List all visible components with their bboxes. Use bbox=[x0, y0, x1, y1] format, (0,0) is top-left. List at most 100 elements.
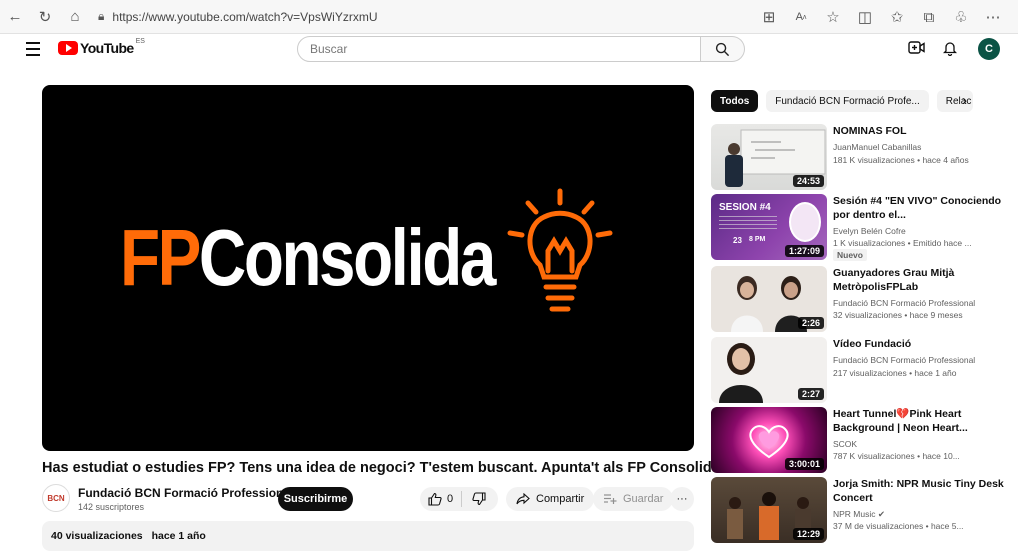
video-thumbnail[interactable]: SESION #4 23 8 PM 1:27:09 bbox=[711, 194, 827, 260]
upload-date: hace 1 año bbox=[151, 530, 206, 542]
country-code: ES bbox=[135, 37, 145, 45]
reload-icon[interactable]: ↻ bbox=[30, 2, 60, 32]
notifications-bell-icon[interactable] bbox=[942, 40, 958, 60]
view-count: 40 visualizaciones bbox=[51, 530, 143, 542]
video-title[interactable]: Guanyadores Grau Mitjà MetròpolisFPLab bbox=[833, 266, 1013, 294]
subscriber-count: 142 suscriptores bbox=[78, 502, 145, 512]
video-meta: 1 K visualizaciones • Emitido hace ... bbox=[833, 238, 972, 248]
recommended-video[interactable]: 2:27 Vídeo Fundació Fundació BCN Formaci… bbox=[711, 337, 1011, 403]
create-video-icon[interactable] bbox=[908, 40, 925, 59]
chip-todos[interactable]: Todos bbox=[711, 90, 759, 112]
like-count: 0 bbox=[447, 493, 454, 505]
thumbnail-text: SESION #4 bbox=[719, 202, 771, 213]
browser-toolbar: ← ↻ ⌂ 🔒︎ https://www.youtube.com/watch?v… bbox=[0, 0, 1018, 34]
more-actions-button[interactable]: ··· bbox=[670, 487, 694, 511]
video-duration: 2:27 bbox=[797, 388, 824, 400]
back-icon[interactable]: ← bbox=[0, 2, 30, 32]
video-thumbnail[interactable]: 3:00:01 bbox=[711, 407, 827, 473]
video-title[interactable]: NOMINAS FOL bbox=[833, 124, 1013, 138]
channel-name[interactable]: JuanManuel Cabanillas bbox=[833, 142, 921, 152]
channel-name[interactable]: NPR Music ✔ bbox=[833, 509, 885, 520]
recommended-video[interactable]: SESION #4 23 8 PM 1:27:09 Sesión #4 "EN … bbox=[711, 194, 1013, 261]
channel-name[interactable]: SCOK bbox=[833, 439, 857, 449]
video-meta: 37 M de visualizaciones • hace 5... bbox=[833, 521, 964, 531]
chip-related[interactable]: Relac bbox=[936, 90, 973, 112]
recommended-video[interactable]: 24:53 NOMINAS FOL JuanManuel Cabanillas … bbox=[711, 124, 1011, 190]
thumbnail-date-text: 23 bbox=[733, 236, 742, 245]
video-meta: 181 K visualizaciones • hace 4 años bbox=[833, 155, 969, 165]
user-avatar[interactable]: C bbox=[978, 38, 1000, 60]
subscribe-button[interactable]: Suscribirme bbox=[278, 487, 353, 511]
youtube-play-icon bbox=[58, 41, 78, 55]
video-meta: 32 visualizaciones • hace 9 meses bbox=[833, 310, 963, 320]
collections-icon[interactable]: ⧉ bbox=[914, 2, 944, 32]
share-icon bbox=[516, 493, 530, 505]
thumbnail-time-text: 8 PM bbox=[749, 236, 766, 243]
dislike-button[interactable] bbox=[462, 492, 496, 506]
share-button[interactable]: Compartir bbox=[506, 487, 595, 511]
favorite-star-icon[interactable]: ☆ bbox=[818, 2, 848, 32]
video-meta: 787 K visualizaciones • hace 10... bbox=[833, 451, 960, 461]
youtube-logo[interactable]: YouTube ES bbox=[58, 37, 145, 56]
logo-consolida-text: Consolida bbox=[198, 213, 496, 302]
recommended-video[interactable]: 12:29 Jorja Smith: NPR Music Tiny Desk C… bbox=[711, 477, 1011, 543]
video-title: Has estudiat o estudies FP? Tens una ide… bbox=[42, 460, 724, 476]
video-player[interactable]: FPConsolida bbox=[42, 85, 694, 451]
save-label: Guardar bbox=[623, 493, 664, 505]
search-icon bbox=[715, 42, 730, 56]
description-box[interactable]: 40 visualizaciones hace 1 año bbox=[42, 521, 694, 551]
new-badge: Nuevo bbox=[833, 249, 867, 261]
save-button[interactable]: Guardar bbox=[593, 487, 674, 511]
chevron-right-icon[interactable]: › bbox=[962, 92, 967, 109]
address-bar-url: https://www.youtube.com/watch?v=VpsWiYzr… bbox=[112, 9, 378, 24]
browser-menu-icon[interactable]: ⋯ bbox=[978, 2, 1008, 32]
video-title[interactable]: Vídeo Fundació bbox=[833, 337, 1013, 351]
hamburger-menu-icon[interactable] bbox=[26, 42, 40, 60]
video-duration: 2:26 bbox=[797, 317, 824, 329]
home-icon[interactable]: ⌂ bbox=[60, 2, 90, 32]
thumbs-down-icon bbox=[472, 492, 486, 506]
recommended-video[interactable]: 2:26 Guanyadores Grau Mitjà MetròpolisFP… bbox=[711, 266, 1011, 332]
video-duration: 12:29 bbox=[792, 528, 824, 540]
channel-name[interactable]: Fundació BCN Formació Professional bbox=[78, 486, 293, 500]
video-meta: 217 visualizaciones • hace 1 año bbox=[833, 368, 957, 378]
favorites-icon[interactable]: ✩ bbox=[882, 2, 912, 32]
video-title[interactable]: Jorja Smith: NPR Music Tiny Desk Concert bbox=[833, 477, 1013, 505]
lightbulb-icon bbox=[507, 188, 613, 312]
youtube-header: YouTube ES C bbox=[0, 34, 1018, 64]
search-button[interactable] bbox=[701, 36, 745, 62]
channel-name[interactable]: Fundació BCN Formació Professional bbox=[833, 355, 975, 365]
video-thumbnail[interactable]: 2:27 bbox=[711, 337, 827, 403]
search-box bbox=[297, 36, 701, 62]
video-title[interactable]: Sesión #4 "EN VIVO" Conociendo por dentr… bbox=[833, 194, 1013, 222]
youtube-logo-text: YouTube bbox=[80, 40, 134, 56]
video-duration: 1:27:09 bbox=[784, 245, 824, 257]
extensions-icon[interactable]: ♧ bbox=[946, 2, 976, 32]
presenter-portrait bbox=[789, 202, 821, 242]
lock-icon: 🔒︎ bbox=[98, 9, 105, 23]
video-title[interactable]: Heart Tunnel💔Pink Heart Background | Neo… bbox=[833, 407, 1013, 435]
apps-icon[interactable]: ⊞ bbox=[754, 2, 784, 32]
search-input[interactable] bbox=[310, 42, 700, 56]
channel-avatar[interactable]: BCN bbox=[42, 484, 70, 512]
split-screen-icon[interactable]: ◫ bbox=[850, 2, 880, 32]
read-aloud-icon[interactable]: Aʌ bbox=[786, 2, 816, 32]
thumbnail-caption-lines bbox=[719, 216, 777, 230]
video-thumbnail[interactable]: 24:53 bbox=[711, 124, 827, 190]
recommended-video[interactable]: 3:00:01 Heart Tunnel💔Pink Heart Backgrou… bbox=[711, 407, 1011, 473]
chip-channel[interactable]: Fundació BCN Formació Profe... bbox=[766, 90, 929, 112]
channel-avatar-text: BCN bbox=[47, 493, 65, 503]
fp-consolida-logo: FPConsolida bbox=[120, 218, 496, 298]
share-label: Compartir bbox=[536, 493, 585, 505]
filter-chips: Todos Fundació BCN Formació Profe... Rel… bbox=[711, 90, 973, 112]
video-thumbnail[interactable]: 2:26 bbox=[711, 266, 827, 332]
thumbs-up-icon bbox=[428, 492, 442, 506]
channel-name[interactable]: Fundació BCN Formació Professional bbox=[833, 298, 975, 308]
add-to-playlist-icon bbox=[604, 494, 617, 504]
channel-name[interactable]: Evelyn Belén Cofre bbox=[833, 226, 906, 236]
video-duration: 24:53 bbox=[792, 175, 824, 187]
like-button[interactable]: 0 bbox=[420, 491, 463, 507]
more-options-icon: ··· bbox=[676, 493, 688, 505]
video-thumbnail[interactable]: 12:29 bbox=[711, 477, 827, 543]
address-bar[interactable]: 🔒︎ https://www.youtube.com/watch?v=VpsWi… bbox=[98, 4, 658, 30]
